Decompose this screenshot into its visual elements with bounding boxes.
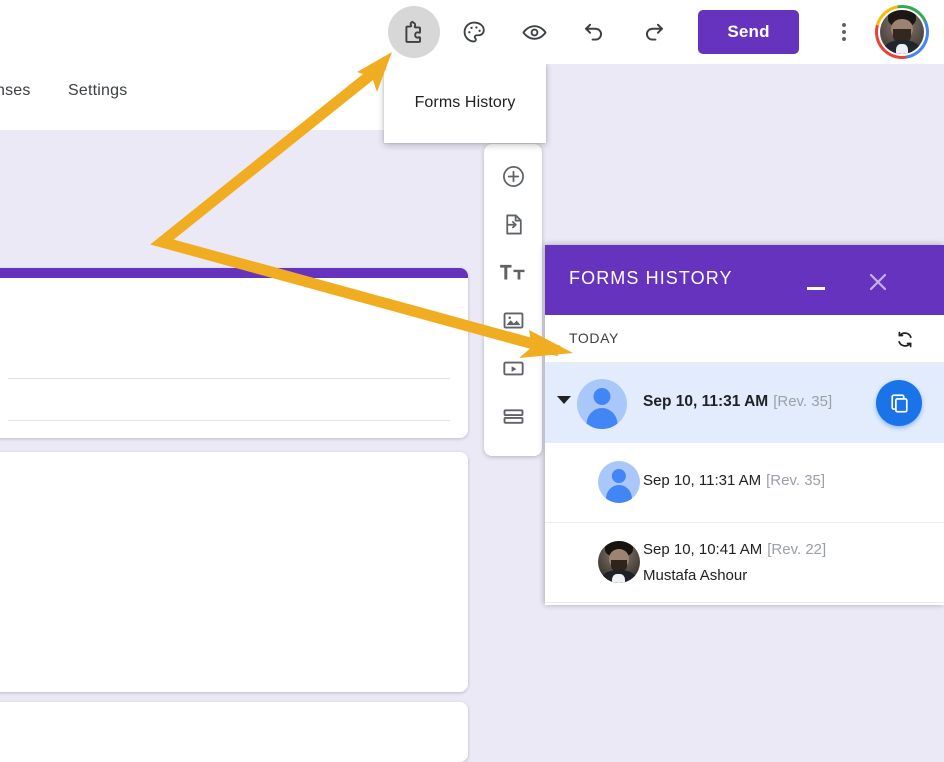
avatar: [598, 461, 640, 503]
revision-date: Sep 10, 11:31 AM: [643, 393, 768, 410]
avatar: [598, 541, 640, 583]
panel-subheader: TODAY: [545, 315, 944, 363]
redo-icon[interactable]: [628, 6, 680, 58]
tab-settings[interactable]: Settings: [68, 82, 127, 100]
tooltip-label: Forms History: [384, 94, 546, 112]
revision-group-label: TODAY: [569, 330, 619, 346]
tab-responses[interactable]: nses: [0, 82, 31, 100]
add-title-description-icon[interactable]: [490, 248, 536, 296]
revision-number: [Rev. 35]: [766, 472, 825, 489]
revision-number: [Rev. 35]: [773, 393, 832, 410]
form-card-secondary[interactable]: [0, 452, 468, 692]
theme-palette-icon[interactable]: [448, 6, 500, 58]
panel-header: FORMS HISTORY: [545, 245, 944, 315]
form-editor-area: [0, 130, 470, 605]
toolbar-icon-group: [388, 6, 680, 58]
forms-history-tooltip: Forms History: [384, 63, 546, 143]
import-questions-icon[interactable]: [490, 200, 536, 248]
card-divider: [8, 420, 450, 421]
copy-revision-icon[interactable]: [876, 380, 922, 426]
revision-number: [Rev. 22]: [767, 541, 826, 558]
form-question-card[interactable]: [0, 268, 468, 438]
form-side-toolbar: [484, 144, 542, 456]
panel-title: FORMS HISTORY: [569, 268, 733, 289]
top-toolbar: Send: [0, 0, 944, 64]
undo-icon[interactable]: [568, 6, 620, 58]
card-divider: [8, 378, 450, 379]
vertical-dots: [842, 23, 846, 41]
revision-user: Mustafa Ashour: [643, 567, 747, 584]
preview-eye-icon[interactable]: [508, 6, 560, 58]
add-video-icon[interactable]: [490, 344, 536, 392]
chevron-down-icon[interactable]: [557, 396, 571, 404]
card-accent-bar: [0, 268, 468, 278]
revision-row-selected[interactable]: Sep 10, 11:31 AM [Rev. 35]: [545, 363, 944, 443]
add-question-icon[interactable]: [490, 152, 536, 200]
add-section-icon[interactable]: [490, 392, 536, 440]
minimize-icon[interactable]: [798, 264, 834, 300]
avatar: [577, 379, 627, 429]
more-options-icon[interactable]: [820, 8, 868, 56]
close-icon[interactable]: [858, 262, 898, 302]
minimize-dash: [807, 287, 825, 290]
add-image-icon[interactable]: [490, 296, 536, 344]
form-card-tertiary[interactable]: [0, 702, 468, 762]
revision-date: Sep 10, 10:41 AM: [643, 541, 762, 558]
add-ons-puzzle-icon[interactable]: [388, 6, 440, 58]
send-button[interactable]: Send: [698, 10, 799, 54]
revision-row[interactable]: Sep 10, 11:31 AM [Rev. 35]: [545, 443, 944, 523]
forms-history-panel: FORMS HISTORY TODAY Sep 10, 11: [545, 245, 944, 605]
revision-label: Sep 10, 11:31 AM [Rev. 35]: [643, 472, 825, 490]
refresh-icon[interactable]: [888, 322, 922, 356]
revision-label: Sep 10, 11:31 AM [Rev. 35]: [643, 393, 832, 411]
revision-date: Sep 10, 11:31 AM: [643, 472, 761, 489]
revision-row[interactable]: Sep 10, 10:41 AM [Rev. 22] Mustafa Ashour: [545, 523, 944, 603]
revision-label: Sep 10, 10:41 AM [Rev. 22]: [643, 541, 826, 559]
avatar[interactable]: [875, 5, 929, 59]
